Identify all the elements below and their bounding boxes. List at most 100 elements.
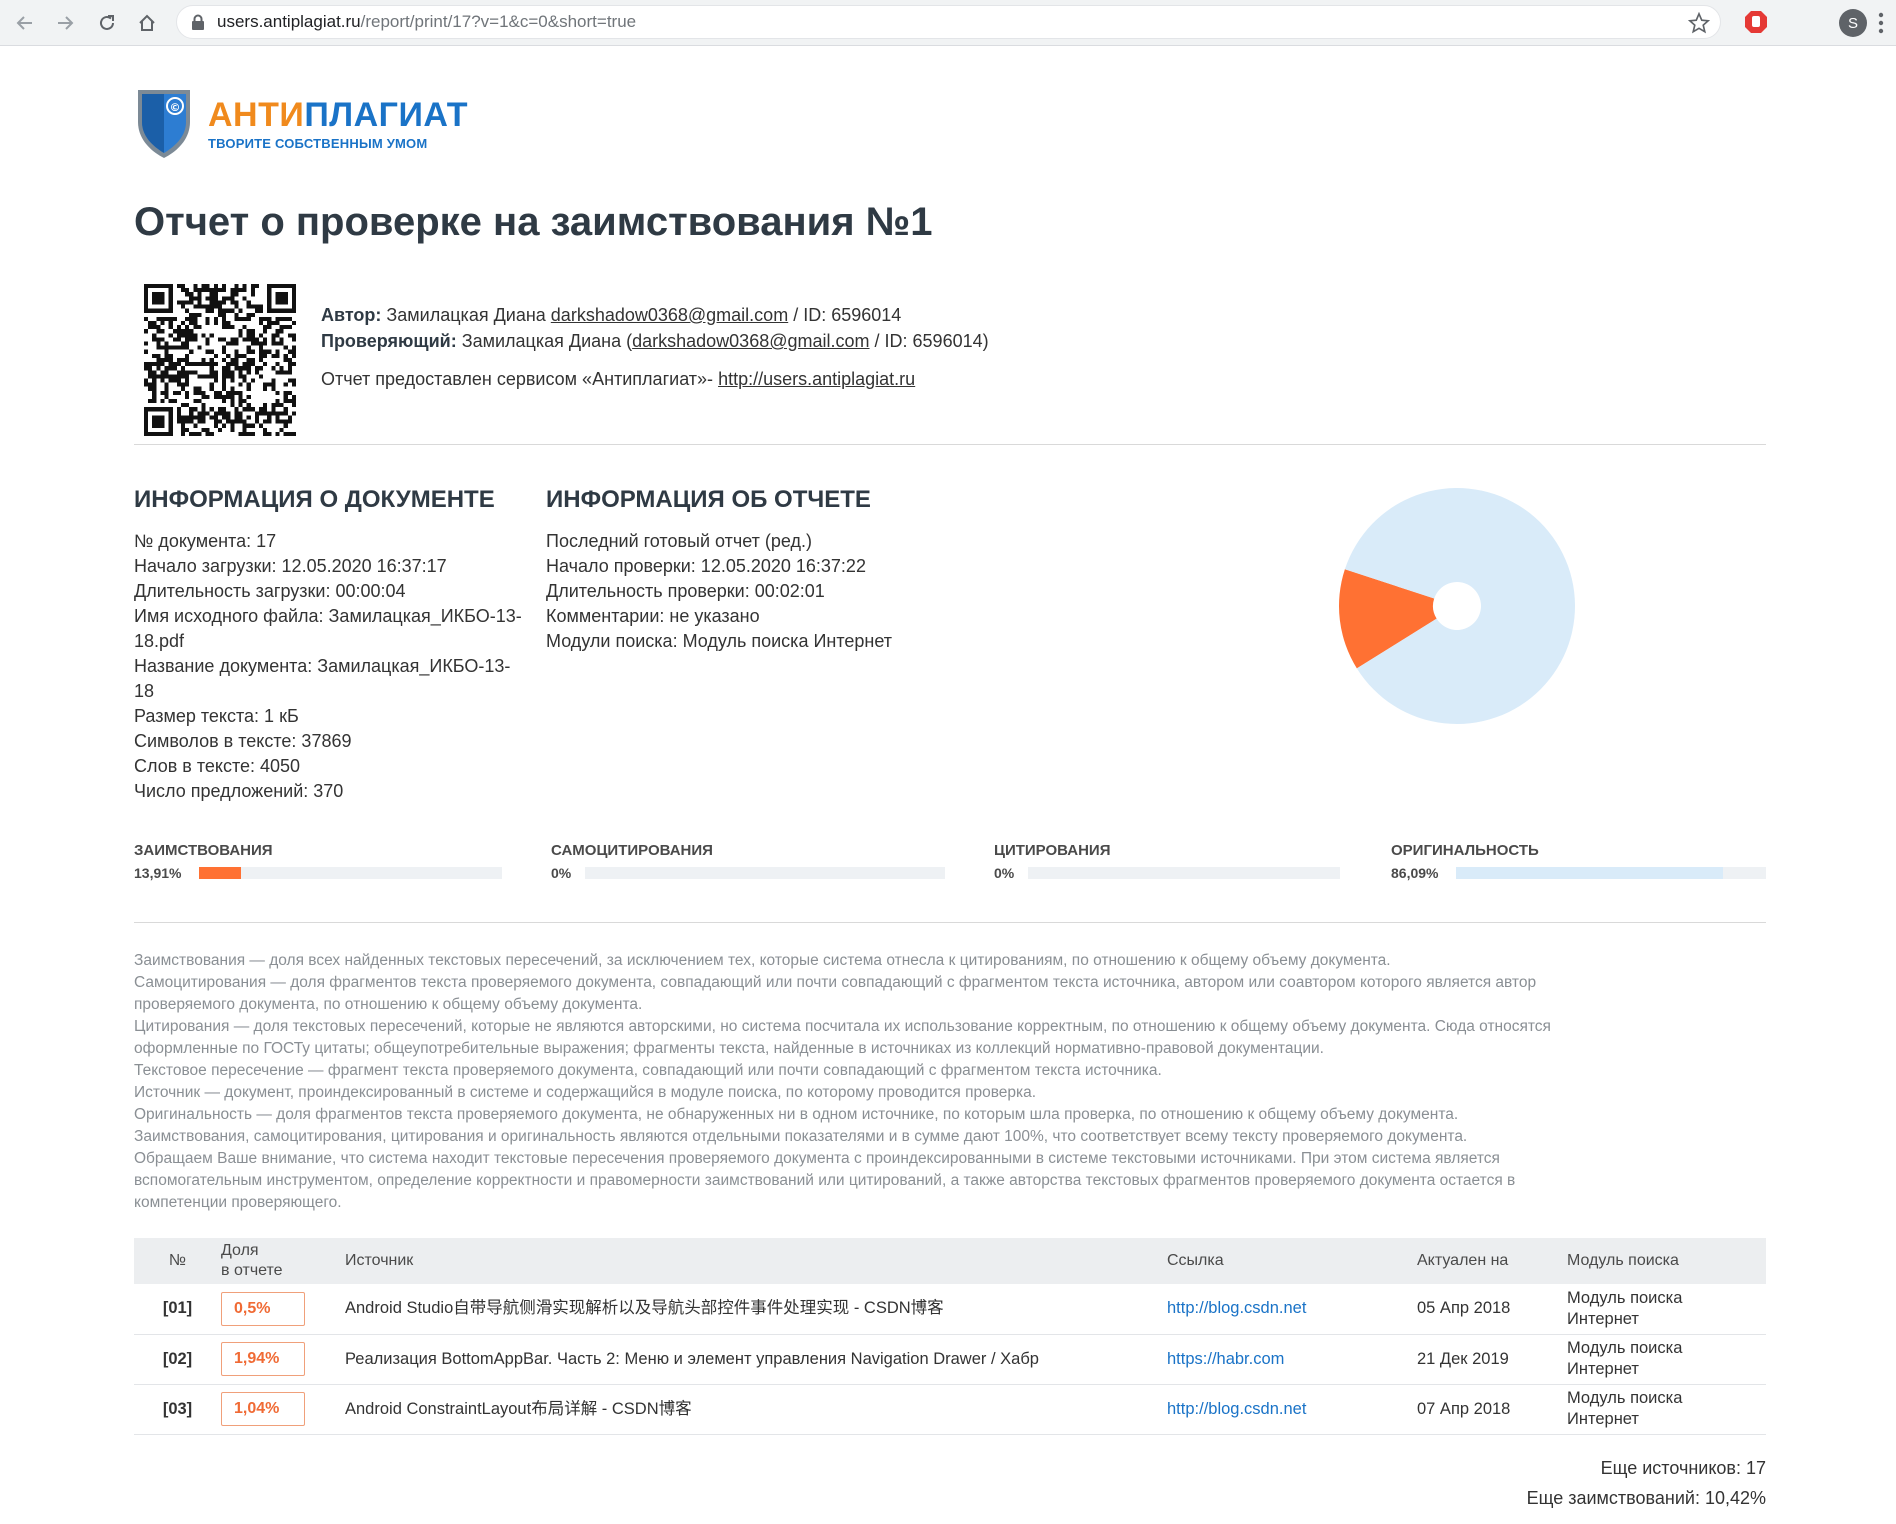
browser-toolbar: users.antiplagiat.ru/report/print/17?v=1…	[0, 0, 1896, 46]
logo-tagline: ТВОРИТЕ СОБСТВЕННЫМ УМОМ	[208, 136, 428, 151]
doc-info-line: № документа: 17	[134, 531, 277, 551]
reload-icon[interactable]	[92, 8, 122, 38]
source-link[interactable]: http://blog.csdn.net	[1167, 1400, 1306, 1418]
report-info-line: Начало проверки: 12.05.2020 16:37:22	[546, 556, 866, 576]
shield-logo-icon: ©	[138, 90, 190, 158]
metric-self-citations: САМОЦИТИРОВАНИЯ 0%	[551, 842, 945, 881]
report-info-line: Модули поиска: Модуль поиска Интернет	[546, 631, 893, 651]
glossary-line: проверяемого документа, по отношению к о…	[134, 996, 643, 1013]
originality-pie-chart	[1339, 488, 1575, 724]
row-source: Android ConstraintLayout布局详解 - CSDN博客	[345, 1384, 1167, 1435]
provided-by-line: Отчет предоставлен сервисом «Антиплагиат…	[321, 366, 989, 392]
kebab-menu-icon[interactable]	[1878, 12, 1884, 34]
metric-originality: ОРИГИНАЛЬНОСТЬ 86,09%	[1391, 842, 1766, 881]
doc-info-line: Название документа: Замилацкая_ИКБО-13-	[134, 656, 511, 676]
row-link-cell: http://blog.csdn.net	[1167, 1284, 1417, 1335]
source-link[interactable]: http://blog.csdn.net	[1167, 1299, 1306, 1317]
doc-info-line: Имя исходного файла: Замилацкая_ИКБО-13-	[134, 606, 522, 626]
service-link[interactable]: http://users.antiplagiat.ru	[718, 369, 915, 389]
metric-value: 0%	[551, 865, 572, 881]
glossary-line: вспомогательным инструментом, определени…	[134, 1172, 1516, 1189]
doc-info-line: Слов в тексте: 4050	[134, 756, 301, 776]
metric-citations: ЦИТИРОВАНИЯ 0%	[994, 842, 1340, 881]
copyright-symbol: ©	[170, 101, 181, 114]
share-badge: 0,5%	[221, 1291, 305, 1326]
col-link: Ссылка	[1167, 1238, 1417, 1284]
forward-arrow-icon[interactable]	[50, 8, 80, 38]
row-source: Реализация BottomAppBar. Часть 2: Меню и…	[345, 1334, 1167, 1385]
metric-borrowings: ЗАИМСТВОВАНИЯ 13,91%	[134, 842, 502, 881]
provided-by-text: Отчет предоставлен сервисом «Антиплагиат…	[321, 369, 719, 389]
author-line: Автор: Замилацкая Диана darkshadow0368@g…	[321, 302, 989, 328]
module-line1: Модуль поиска	[1567, 1389, 1683, 1407]
module-line2: Интернет	[1567, 1360, 1639, 1378]
report-info-line: Последний готовый отчет (ред.)	[546, 531, 813, 551]
report-meta: Автор: Замилацкая Диана darkshadow0368@g…	[321, 302, 989, 392]
profile-avatar[interactable]: S	[1839, 9, 1867, 37]
row-no: [01]	[134, 1284, 221, 1335]
metric-value: 0%	[994, 865, 1015, 881]
reviewer-id: / ID: 6596014)	[874, 331, 989, 351]
row-date: 07 Апр 2018	[1417, 1384, 1567, 1435]
doc-info-line: 18.pdf	[134, 631, 185, 651]
address-bar[interactable]: users.antiplagiat.ru/report/print/17?v=1…	[176, 5, 1721, 39]
reviewer-email-link[interactable]: darkshadow0368@gmail.com	[632, 331, 869, 351]
module-line2: Интернет	[1567, 1410, 1639, 1428]
source-link[interactable]: https://habr.com	[1167, 1350, 1284, 1368]
doc-info-line: Символов в тексте: 37869	[134, 731, 352, 751]
logo-name-anti: АНТИ	[208, 96, 305, 134]
home-icon[interactable]	[132, 8, 162, 38]
module-line1: Модуль поиска	[1567, 1288, 1683, 1307]
module-line1: Модуль поиска	[1567, 1339, 1683, 1357]
row-module: Модуль поиска Интернет	[1567, 1334, 1766, 1385]
table-row: [03] 1,04% Android ConstraintLayout布局详解 …	[134, 1384, 1766, 1435]
metric-label: ЗАИМСТВОВАНИЯ	[134, 842, 273, 859]
author-name: Замилацкая Диана	[386, 305, 546, 325]
metric-value: 86,09%	[1391, 865, 1439, 881]
logo-wordmark: АНТИПЛАГИАТ ТВОРИТЕ СОБСТВЕННЫМ УМОМ	[208, 98, 468, 151]
col-date: Актуален на	[1417, 1238, 1567, 1284]
row-source: Android Studio自带导航侧滑实现解析以及导航头部控件事件处理实现 -…	[345, 1284, 1167, 1335]
sources-table: № Доля в отчете Источник Ссылка Актуален …	[134, 1238, 1766, 1435]
glossary-line: оформленные по ГОСТу цитаты; общеупотреб…	[134, 1040, 1324, 1057]
glossary-line: Заимствования — доля всех найденных текс…	[134, 952, 1391, 969]
metric-bar-fill	[199, 867, 242, 879]
author-email-link[interactable]: darkshadow0368@gmail.com	[551, 305, 788, 325]
url-text[interactable]: users.antiplagiat.ru/report/print/17?v=1…	[217, 12, 636, 32]
star-icon[interactable]	[1688, 12, 1710, 34]
metric-label: ЦИТИРОВАНИЯ	[994, 842, 1111, 859]
back-arrow-icon[interactable]	[10, 8, 40, 38]
share-badge: 1,94%	[221, 1342, 305, 1376]
author-id: / ID: 6596014	[793, 305, 902, 325]
doc-info-line: Размер текста: 1 кБ	[134, 706, 299, 726]
author-label: Автор:	[321, 305, 382, 325]
col-module: Модуль поиска	[1567, 1238, 1766, 1284]
glossary-line: Оригинальность — доля фрагментов текста …	[134, 1106, 1459, 1123]
report-info-line: Длительность проверки: 00:02:01	[546, 581, 825, 601]
metric-label: ОРИГИНАЛЬНОСТЬ	[1391, 842, 1539, 859]
row-module: Модуль поиска Интернет	[1567, 1284, 1766, 1335]
glossary-line: Цитирования — доля текстовых пересечений…	[134, 1018, 1551, 1035]
reviewer-label: Проверяющий:	[321, 331, 457, 351]
more-borrowings: Еще заимствований: 10,42%	[1526, 1488, 1766, 1508]
row-module: Модуль поиска Интернет	[1567, 1384, 1766, 1435]
qr-code	[144, 284, 296, 436]
doc-info-line: 18	[134, 681, 155, 701]
glossary-line: Источник — документ, проиндексированный …	[134, 1084, 1037, 1101]
extension-icon[interactable]	[1744, 10, 1768, 34]
metric-label: САМОЦИТИРОВАНИЯ	[551, 842, 713, 859]
more-sources: Еще источников: 17	[1600, 1458, 1766, 1478]
col-no: №	[134, 1238, 221, 1284]
lock-icon[interactable]	[191, 14, 205, 30]
logo-name-plagiat: ПЛАГИАТ	[304, 96, 469, 134]
share-badge: 1,04%	[221, 1392, 305, 1426]
col-share-line2: в отчете	[221, 1262, 283, 1279]
metric-bar	[585, 867, 945, 879]
metric-bar	[1456, 867, 1766, 879]
glossary-line: Обращаем Ваше внимание, что система нахо…	[134, 1150, 1500, 1167]
reviewer-name: Замилацкая Диана (	[461, 331, 633, 351]
report-info-line: Комментарии: не указано	[546, 606, 760, 626]
col-share: Доля в отчете	[221, 1238, 345, 1284]
module-line2: Интернет	[1567, 1309, 1639, 1328]
metric-value: 13,91%	[134, 865, 182, 881]
